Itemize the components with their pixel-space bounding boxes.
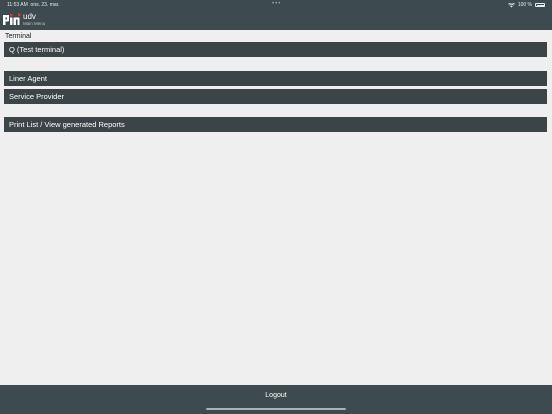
print-list-button[interactable]: Print List / View generated Reports — [4, 117, 547, 132]
terminal-value: Q (Test terminal) — [9, 45, 65, 54]
date-text: ons. 23. mar. — [30, 2, 60, 8]
status-bar: 11:53 AM ons. 23. mar. ••• 100 % — [0, 0, 552, 10]
time-text: 11:53 AM — [7, 2, 28, 8]
home-indicator[interactable] — [206, 408, 346, 410]
service-provider-button[interactable]: Service Provider — [4, 89, 547, 104]
service-provider-label: Service Provider — [9, 92, 65, 101]
print-list-label: Print List / View generated Reports — [9, 120, 125, 129]
status-time: 11:53 AM ons. 23. mar. — [7, 2, 59, 8]
logout-button[interactable]: Logout — [0, 392, 552, 399]
multitask-dots-icon[interactable]: ••• — [272, 1, 281, 7]
app-title: udv — [23, 12, 36, 21]
liner-agent-button[interactable]: Liner Agent — [4, 71, 547, 86]
terminal-label: Terminal — [5, 33, 32, 40]
battery-icon — [535, 3, 545, 7]
wifi-icon — [507, 2, 515, 7]
pin-logo-icon — [3, 13, 21, 25]
app-header: udv Main Menu — [0, 10, 552, 30]
terminal-selector[interactable]: Q (Test terminal) — [4, 42, 547, 57]
status-indicators: 100 % — [507, 2, 545, 8]
battery-percentage: 100 % — [517, 2, 532, 8]
liner-agent-label: Liner Agent — [9, 74, 47, 83]
page-subtitle: Main Menu — [23, 21, 46, 26]
